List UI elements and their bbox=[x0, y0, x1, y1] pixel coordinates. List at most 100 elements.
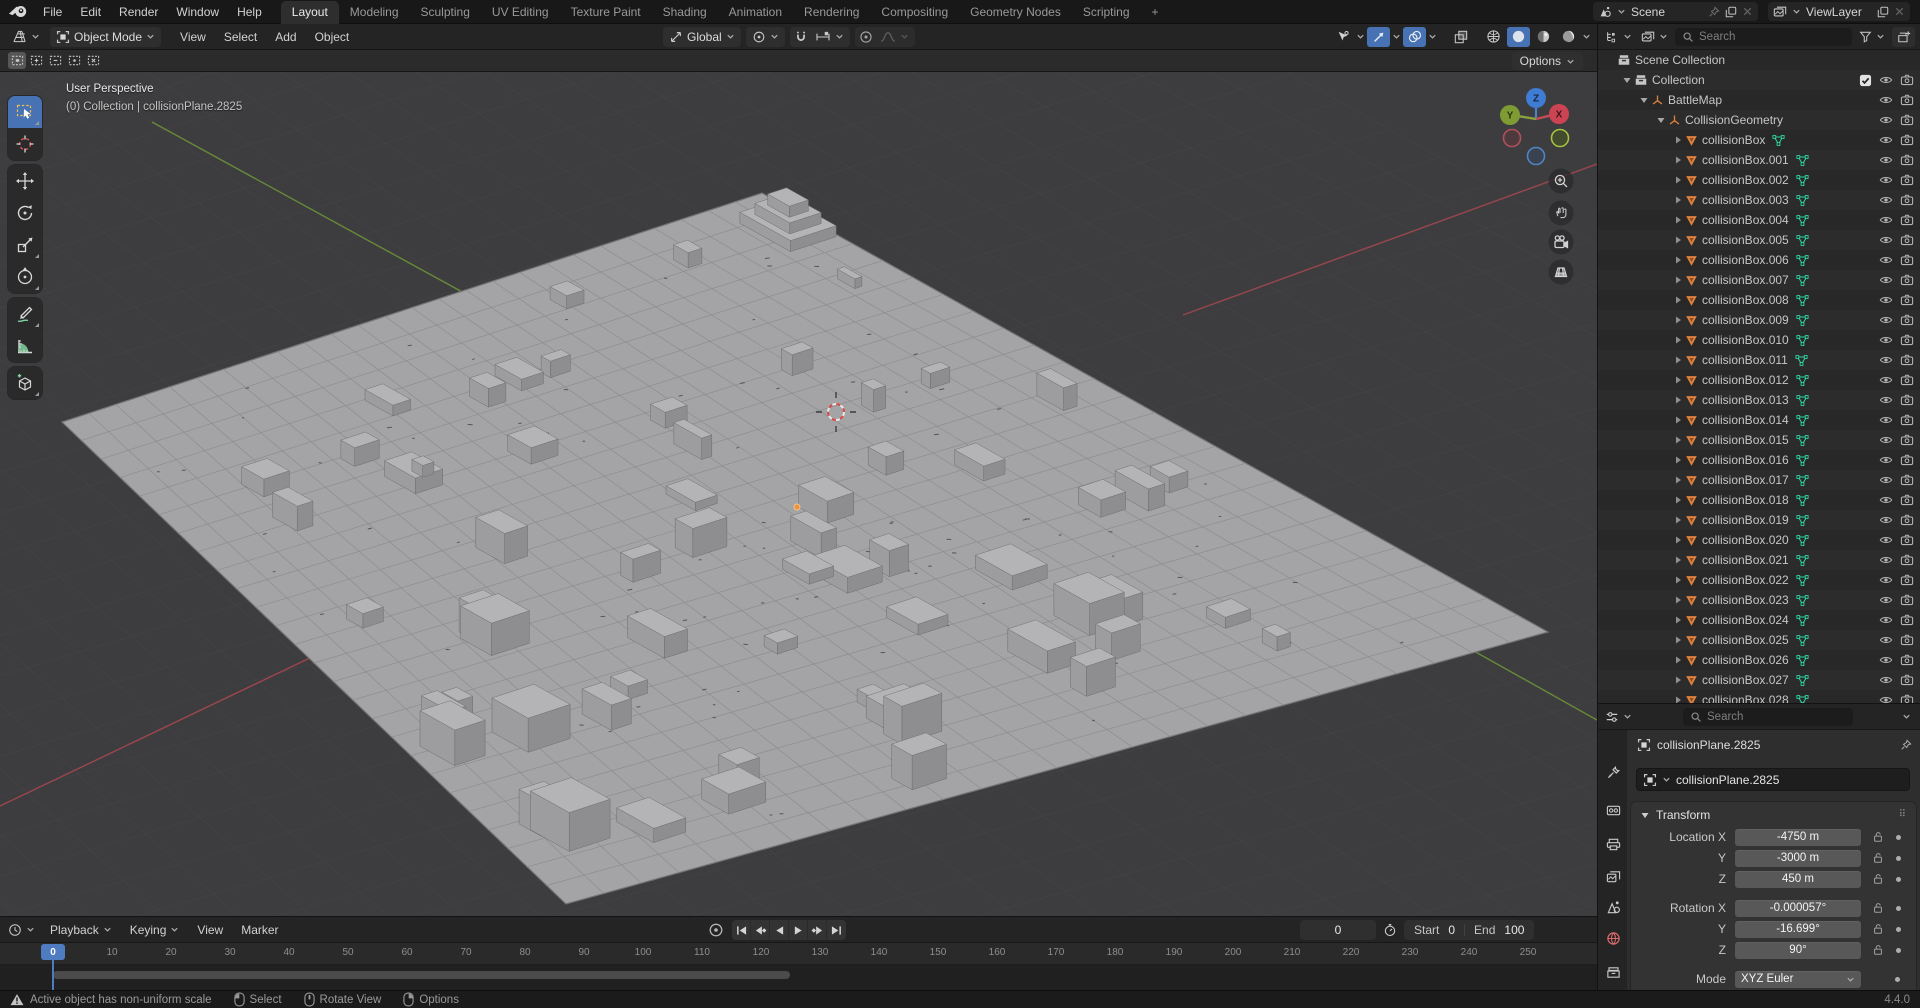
outliner-row-collisionbox-026[interactable]: collisionBox.026 bbox=[1598, 650, 1920, 670]
menu-window[interactable]: Window bbox=[167, 5, 228, 19]
viewport-3d[interactable]: Z Y X User Perspective (0) Collection | … bbox=[0, 72, 1597, 916]
jump-to-end-button[interactable] bbox=[827, 920, 846, 940]
shading-material-button[interactable] bbox=[1532, 27, 1555, 47]
gizmos-toggle[interactable] bbox=[1367, 27, 1390, 47]
hide-in-viewport-icon[interactable] bbox=[1879, 453, 1893, 467]
expand-icon[interactable] bbox=[1670, 655, 1685, 665]
timeline-menu-marker[interactable]: Marker bbox=[232, 918, 287, 942]
pin-icon[interactable] bbox=[1900, 739, 1912, 751]
disable-in-renders-icon[interactable] bbox=[1900, 393, 1914, 407]
hide-in-viewport-icon[interactable] bbox=[1879, 173, 1893, 187]
disable-in-renders-icon[interactable] bbox=[1900, 333, 1914, 347]
workspace-tab-animation[interactable]: Animation bbox=[718, 1, 793, 24]
hide-in-viewport-icon[interactable] bbox=[1879, 573, 1893, 587]
expand-icon[interactable] bbox=[1670, 395, 1685, 405]
hide-in-viewport-icon[interactable] bbox=[1879, 253, 1893, 267]
disable-in-renders-icon[interactable] bbox=[1900, 93, 1914, 107]
properties-tab-scene[interactable] bbox=[1600, 895, 1627, 919]
end-frame-field[interactable]: 100 bbox=[1504, 923, 1524, 937]
shading-solid-button[interactable] bbox=[1507, 27, 1530, 47]
hide-in-viewport-icon[interactable] bbox=[1879, 473, 1893, 487]
disable-in-renders-icon[interactable] bbox=[1900, 533, 1914, 547]
outliner-row-scene-collection[interactable]: Scene Collection bbox=[1598, 50, 1920, 70]
outliner-row-collisionbox-027[interactable]: collisionBox.027 bbox=[1598, 670, 1920, 690]
outliner-row-collisionbox-022[interactable]: collisionBox.022 bbox=[1598, 570, 1920, 590]
tool-cursor[interactable] bbox=[8, 128, 42, 160]
properties-tab-collection[interactable] bbox=[1600, 960, 1627, 984]
disable-in-renders-icon[interactable] bbox=[1900, 213, 1914, 227]
workspace-tab-texture-paint[interactable]: Texture Paint bbox=[560, 1, 652, 24]
disable-in-renders-icon[interactable] bbox=[1900, 113, 1914, 127]
hide-in-viewport-icon[interactable] bbox=[1879, 693, 1893, 703]
expand-icon[interactable] bbox=[1670, 215, 1685, 225]
hide-in-viewport-icon[interactable] bbox=[1879, 633, 1893, 647]
rotation-mode-select[interactable]: XYZ Euler bbox=[1735, 971, 1861, 988]
transform-orientation-selector[interactable]: Global bbox=[663, 27, 741, 47]
selectability-dropdown[interactable] bbox=[1331, 27, 1354, 47]
disable-in-renders-icon[interactable] bbox=[1900, 653, 1914, 667]
workspace-tab-sculpting[interactable]: Sculpting bbox=[410, 1, 481, 24]
hide-in-viewport-icon[interactable] bbox=[1879, 113, 1893, 127]
transform-value-field[interactable]: -16.699° bbox=[1735, 921, 1861, 938]
animate-dot[interactable] bbox=[1896, 877, 1901, 882]
disable-in-renders-icon[interactable] bbox=[1900, 453, 1914, 467]
outliner-row-collisionbox-016[interactable]: collisionBox.016 bbox=[1598, 450, 1920, 470]
expand-icon[interactable] bbox=[1670, 355, 1685, 365]
timeline-scrollbar[interactable] bbox=[53, 971, 790, 979]
expand-icon[interactable] bbox=[1670, 135, 1685, 145]
outliner-row-collisionbox-024[interactable]: collisionBox.024 bbox=[1598, 610, 1920, 630]
outliner-editor-type-button[interactable] bbox=[1603, 27, 1634, 47]
workspace-tab-scripting[interactable]: Scripting bbox=[1072, 1, 1141, 24]
hide-in-viewport-icon[interactable] bbox=[1879, 673, 1893, 687]
select-mode-new[interactable] bbox=[8, 52, 26, 69]
hide-in-viewport-icon[interactable] bbox=[1879, 213, 1893, 227]
outliner-row-collisionbox-009[interactable]: collisionBox.009 bbox=[1598, 310, 1920, 330]
disable-in-renders-icon[interactable] bbox=[1900, 153, 1914, 167]
hide-in-viewport-icon[interactable] bbox=[1879, 333, 1893, 347]
properties-search-input[interactable] bbox=[1707, 711, 1846, 723]
expand-icon[interactable] bbox=[1670, 675, 1685, 685]
outliner-row-collisionbox[interactable]: collisionBox bbox=[1598, 130, 1920, 150]
expand-icon[interactable] bbox=[1670, 195, 1685, 205]
transform-value-field[interactable]: -3000 m bbox=[1735, 850, 1861, 867]
hide-in-viewport-icon[interactable] bbox=[1879, 433, 1893, 447]
properties-tab-view-layer[interactable] bbox=[1600, 864, 1627, 888]
snap-target-selector[interactable] bbox=[813, 27, 850, 47]
current-frame-field[interactable]: 0 bbox=[1300, 920, 1376, 940]
hide-in-viewport-icon[interactable] bbox=[1879, 353, 1893, 367]
disable-in-renders-icon[interactable] bbox=[1900, 553, 1914, 567]
hide-in-viewport-icon[interactable] bbox=[1879, 273, 1893, 287]
viewport-menu-object[interactable]: Object bbox=[306, 25, 359, 49]
outliner-row-collisionbox-011[interactable]: collisionBox.011 bbox=[1598, 350, 1920, 370]
timeline-menu-playback[interactable]: Playback bbox=[41, 918, 121, 942]
viewport-menu-add[interactable]: Add bbox=[266, 25, 305, 49]
tool-transform[interactable] bbox=[8, 261, 42, 293]
hide-in-viewport-icon[interactable] bbox=[1879, 313, 1893, 327]
lock-icon[interactable] bbox=[1872, 902, 1884, 914]
pivot-point-selector[interactable] bbox=[746, 27, 785, 47]
properties-tab-output[interactable] bbox=[1600, 832, 1627, 856]
close-icon[interactable] bbox=[1894, 6, 1905, 17]
properties-tab-tool[interactable] bbox=[1600, 760, 1627, 784]
disable-in-renders-icon[interactable] bbox=[1900, 493, 1914, 507]
expand-icon[interactable] bbox=[1670, 275, 1685, 285]
timeline-menu-view[interactable]: View bbox=[188, 918, 232, 942]
close-icon[interactable] bbox=[1742, 6, 1753, 17]
object-name-field[interactable]: collisionPlane.2825 bbox=[1636, 768, 1910, 791]
outliner-row-collisionbox-015[interactable]: collisionBox.015 bbox=[1598, 430, 1920, 450]
outliner-row-collisionbox-004[interactable]: collisionBox.004 bbox=[1598, 210, 1920, 230]
outliner-row-collisionbox-003[interactable]: collisionBox.003 bbox=[1598, 190, 1920, 210]
tool-rotate[interactable] bbox=[8, 197, 42, 229]
hide-in-viewport-icon[interactable] bbox=[1879, 553, 1893, 567]
disable-in-renders-icon[interactable] bbox=[1900, 73, 1914, 87]
add-workspace-tab[interactable]: + bbox=[1141, 1, 1170, 24]
auto-keying-toggle[interactable] bbox=[708, 922, 724, 938]
expand-icon[interactable] bbox=[1670, 475, 1685, 485]
tool-annotate[interactable] bbox=[8, 298, 42, 330]
outliner-row-collisionbox-006[interactable]: collisionBox.006 bbox=[1598, 250, 1920, 270]
outliner-row-collisionbox-014[interactable]: collisionBox.014 bbox=[1598, 410, 1920, 430]
disable-in-renders-icon[interactable] bbox=[1900, 253, 1914, 267]
viewlayer-selector[interactable]: ViewLayer bbox=[1768, 2, 1910, 21]
lock-icon[interactable] bbox=[1872, 831, 1884, 843]
disable-in-renders-icon[interactable] bbox=[1900, 513, 1914, 527]
